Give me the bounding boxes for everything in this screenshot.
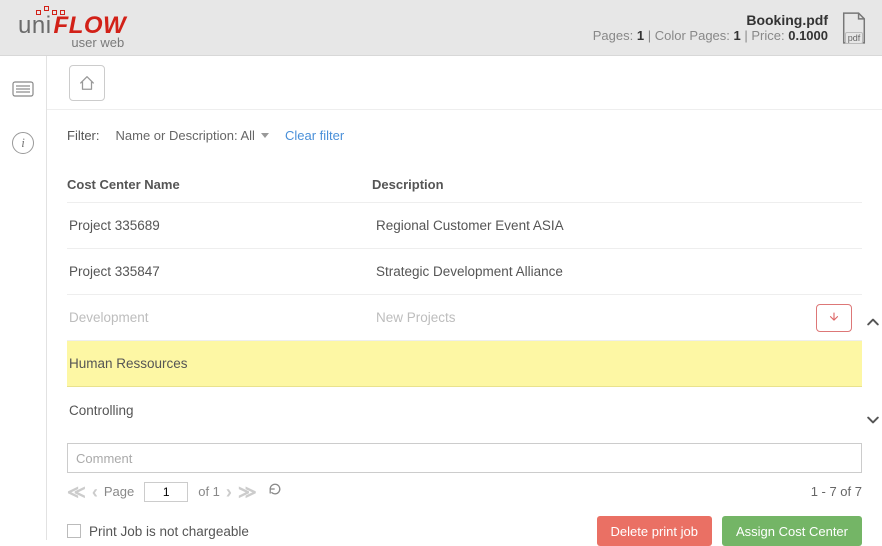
pager: ≪ ‹ Page of 1 › ≫ 1 - 7 of 7: [67, 481, 862, 502]
app-header: uniFLOW user web Booking.pdf Pages: 1 | …: [0, 0, 882, 56]
row-desc: New Projects: [372, 310, 816, 325]
chargeable-label: Print Job is not chargeable: [89, 524, 249, 539]
pager-next-button[interactable]: ›: [226, 483, 232, 501]
list-icon: [12, 81, 34, 97]
list-view-button[interactable]: [8, 74, 38, 104]
table-body: Project 335689 Regional Customer Event A…: [67, 202, 862, 433]
main-panel: Filter: Name or Description: All Clear f…: [47, 56, 882, 540]
assign-cost-center-button[interactable]: Assign Cost Center: [722, 516, 862, 546]
file-type-icon: pdf: [840, 12, 868, 44]
table-row[interactable]: Human Ressources: [67, 341, 862, 387]
filter-text: Name or Description: All: [116, 128, 255, 143]
home-icon: [78, 74, 96, 92]
pager-of-label: of 1: [198, 484, 220, 499]
header-description: Description: [372, 177, 862, 192]
header-name: Cost Center Name: [67, 177, 372, 192]
scroll-down-button[interactable]: [867, 414, 879, 430]
row-desc: Regional Customer Event ASIA: [372, 218, 862, 233]
chevron-down-icon: [867, 414, 879, 426]
pager-refresh-button[interactable]: [267, 481, 283, 502]
pager-prev-button[interactable]: ‹: [92, 483, 98, 501]
chevron-up-icon: [867, 316, 879, 328]
left-rail: i: [0, 56, 47, 540]
row-name: Project 335847: [67, 264, 372, 279]
comment-input[interactable]: [67, 443, 862, 473]
pager-last-button[interactable]: ≫: [238, 483, 257, 501]
clear-filter-link[interactable]: Clear filter: [285, 128, 344, 143]
table-row[interactable]: Project 335689 Regional Customer Event A…: [67, 203, 862, 249]
chargeable-checkbox[interactable]: Print Job is not chargeable: [67, 524, 249, 539]
filter-selector[interactable]: Name or Description: All: [116, 128, 269, 143]
home-button[interactable]: [69, 65, 105, 101]
pager-page-label: Page: [104, 484, 134, 499]
app-logo: uniFLOW user web: [18, 6, 126, 49]
checkbox-icon: [67, 524, 81, 538]
document-meta: Pages: 1 | Color Pages: 1 | Price: 0.100…: [593, 28, 828, 43]
info-button[interactable]: i: [8, 128, 38, 158]
table-row[interactable]: Development New Projects: [67, 295, 862, 341]
row-desc: Strategic Development Alliance: [372, 264, 862, 279]
logo-mark-icon: [36, 6, 66, 20]
comment-section: [67, 443, 862, 473]
file-ext-label: pdf: [845, 32, 864, 44]
table-row[interactable]: Controlling: [67, 387, 862, 433]
pager-range: 1 - 7 of 7: [811, 484, 862, 499]
chevron-down-icon: [261, 133, 269, 138]
delete-print-job-button[interactable]: Delete print job: [597, 516, 712, 546]
refresh-icon: [267, 481, 283, 497]
row-name: Human Ressources: [67, 356, 372, 371]
pager-page-input[interactable]: [144, 482, 188, 502]
table-row[interactable]: Project 335847 Strategic Development All…: [67, 249, 862, 295]
footer-bar: Print Job is not chargeable Delete print…: [67, 516, 862, 546]
logo-subtitle: user web: [71, 36, 124, 49]
row-name: Controlling: [67, 403, 372, 418]
filter-label: Filter:: [67, 128, 100, 143]
row-expand-button[interactable]: [816, 304, 852, 332]
row-name: Project 335689: [67, 218, 372, 233]
pager-first-button[interactable]: ≪: [67, 483, 86, 501]
table-header: Cost Center Name Description: [67, 169, 862, 202]
cost-center-table: Cost Center Name Description Project 335…: [67, 169, 862, 433]
arrow-down-icon: [827, 311, 841, 325]
scroll-up-button[interactable]: [867, 316, 879, 332]
info-icon: i: [12, 132, 34, 154]
vertical-scroll: [864, 310, 882, 436]
row-name: Development: [67, 310, 372, 325]
document-info: Booking.pdf Pages: 1 | Color Pages: 1 | …: [593, 12, 828, 43]
filter-bar: Filter: Name or Description: All Clear f…: [55, 110, 874, 143]
toolbar: [47, 56, 882, 110]
document-title: Booking.pdf: [593, 12, 828, 28]
